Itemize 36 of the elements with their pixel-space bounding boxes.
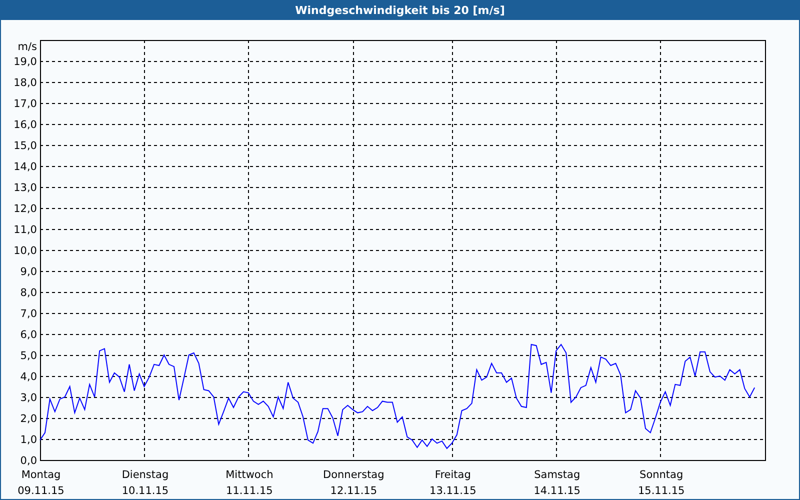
y-tick-label: 10,0 (14, 245, 37, 257)
date-label: 13.11.15 (430, 485, 476, 497)
y-tick-label: 19,0 (14, 56, 37, 68)
y-tick-label: 15,0 (14, 140, 37, 152)
y-tick-label: 9,0 (20, 266, 37, 278)
y-tick-label: 2,0 (20, 413, 37, 425)
day-label: Montag (21, 469, 61, 481)
y-tick-label: 17,0 (14, 98, 37, 110)
date-label: 15.11.15 (638, 485, 685, 497)
y-tick-label: 5,0 (20, 350, 37, 362)
date-label: 12.11.15 (330, 485, 378, 497)
y-tick-label: 0,0 (20, 455, 37, 467)
y-tick-label: 7,0 (20, 308, 37, 320)
day-label: Freitag (434, 469, 471, 481)
day-label: Samstag (534, 469, 580, 481)
y-axis-label: m/s (18, 41, 37, 53)
y-tick-label: 12,0 (14, 203, 37, 215)
day-label: Mittwoch (226, 469, 274, 481)
date-label: 10.11.15 (122, 485, 169, 497)
y-tick-label: 4,0 (20, 371, 37, 383)
date-label: 09.11.15 (18, 485, 64, 497)
day-label: Sonntag (640, 469, 684, 481)
y-tick-label: 13,0 (14, 182, 37, 194)
y-tick-label: 18,0 (14, 77, 37, 89)
y-tick-label: 3,0 (20, 392, 37, 404)
window-title: Windgeschwindigkeit bis 20 [m/s] (295, 4, 505, 16)
date-label: 11.11.15 (226, 485, 273, 497)
y-tick-label: 8,0 (20, 287, 37, 299)
y-tick-label: 14,0 (14, 161, 37, 173)
y-tick-label: 1,0 (20, 434, 37, 446)
date-label: 14.11.15 (534, 485, 581, 497)
y-tick-label: 11,0 (14, 224, 37, 236)
y-tick-label: 6,0 (20, 329, 37, 341)
day-label: Dienstag (122, 469, 169, 481)
day-label: Donnerstag (323, 469, 384, 481)
y-tick-label: 16,0 (14, 119, 37, 131)
